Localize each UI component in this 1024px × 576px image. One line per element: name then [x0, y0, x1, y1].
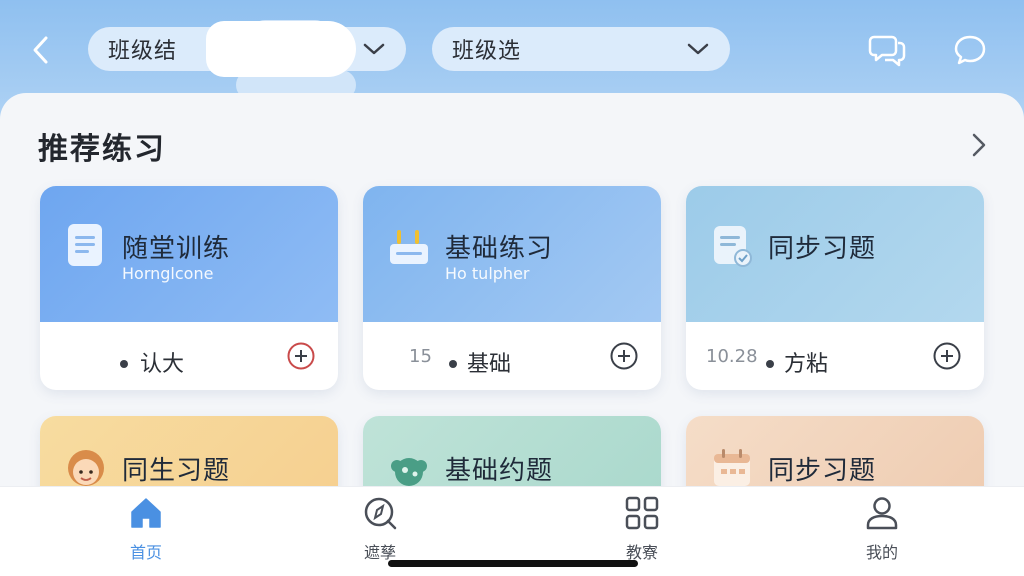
card-title: 基础练习: [445, 234, 554, 264]
card-basic-practice[interactable]: 基础练习 Ho tulpher 15 基础: [363, 186, 661, 390]
tab-discover[interactable]: 遮孳: [320, 495, 440, 562]
tab-home[interactable]: 首页: [86, 495, 206, 562]
home-icon: [131, 498, 161, 528]
chevron-right-icon: [972, 133, 986, 157]
card-title: 随堂训练: [122, 234, 231, 264]
card-title: 同步习题: [768, 456, 877, 486]
chat-bubbles-icon: [868, 35, 906, 67]
blob-icon: [391, 458, 427, 486]
card-class-training[interactable]: 随堂训练 Hornglcone 认大: [40, 186, 338, 390]
tab-label: 我的: [865, 543, 898, 562]
card-subtitle: Ho tulpher: [445, 264, 530, 283]
add-icon[interactable]: [609, 341, 639, 371]
tab-label: 首页: [129, 543, 162, 562]
card-sync-exercises[interactable]: 同步习题 10.28 方粘: [686, 186, 984, 390]
user-icon: [866, 497, 898, 530]
card-title: 基础约题: [445, 456, 554, 486]
card-number: 15: [409, 346, 432, 367]
tray-icon: [390, 230, 428, 264]
card-subtitle: Hornglcone: [122, 264, 214, 283]
back-button[interactable]: [26, 32, 56, 68]
calendar-icon: [714, 449, 750, 486]
bullet-dot: [766, 360, 774, 368]
bullet-dot: [449, 360, 457, 368]
chevron-down-icon: [687, 43, 709, 55]
document-check-icon: [714, 226, 752, 267]
add-icon[interactable]: [932, 341, 962, 371]
class-select-dropdown[interactable]: 班级选: [432, 27, 730, 71]
class-select-label: 班级选: [452, 39, 522, 64]
card-tag: 基础: [467, 352, 512, 377]
card-title: 同步习题: [768, 234, 877, 264]
card-number: 10.28: [706, 346, 758, 367]
bullet-dot: [120, 360, 128, 368]
overlay-mask: [206, 21, 356, 77]
section-more-button[interactable]: [966, 130, 992, 160]
card-title: 同生习题: [122, 456, 231, 486]
chat-bubble-icon: [954, 35, 986, 65]
chevron-down-icon: [363, 43, 385, 55]
section-title: 推荐练习: [38, 132, 166, 167]
card-tag: 认大: [140, 352, 185, 377]
chat-button[interactable]: [950, 30, 990, 70]
class-result-label: 班级结: [108, 39, 178, 64]
chevron-left-icon: [33, 36, 48, 64]
top-bar: 班级结 班级选: [0, 0, 1024, 96]
class-result-dropdown[interactable]: 班级结: [88, 21, 406, 77]
tab-teaching[interactable]: 教寮: [582, 495, 702, 562]
tab-profile[interactable]: 我的: [822, 495, 942, 562]
grid-icon: [625, 496, 659, 530]
card-tag: 方粘: [784, 352, 829, 377]
add-icon[interactable]: [286, 341, 316, 371]
document-icon: [68, 224, 102, 266]
compass-icon: [364, 497, 397, 530]
messages-button[interactable]: [868, 30, 908, 70]
home-indicator: [388, 560, 638, 567]
girl-avatar-icon: [68, 450, 104, 486]
